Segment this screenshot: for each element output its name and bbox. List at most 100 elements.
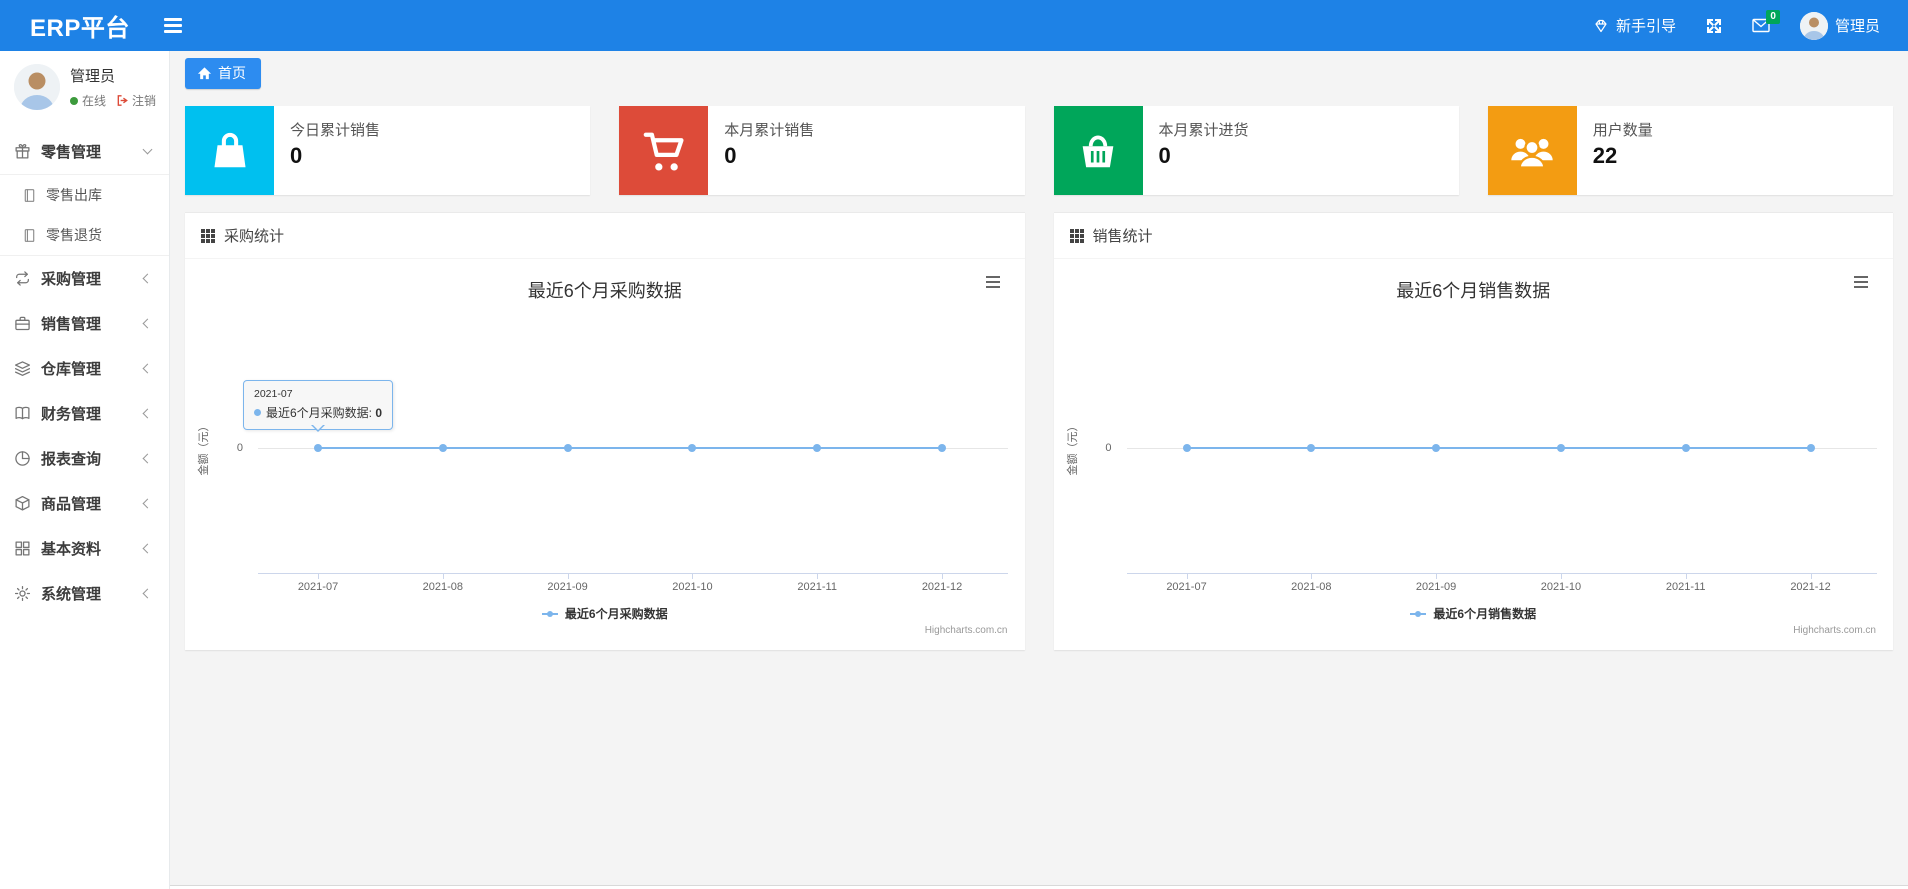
chevron-left-icon xyxy=(142,273,153,284)
gear-icon xyxy=(14,585,31,602)
footer-divider xyxy=(170,885,1908,889)
chart-export-menu-icon[interactable] xyxy=(1851,273,1871,291)
data-point xyxy=(938,444,946,452)
stat-value: 0 xyxy=(290,143,303,168)
sidebar-item-retail-outbound[interactable]: 零售出库 xyxy=(0,175,169,215)
x-axis-tick-label: 2021-12 xyxy=(1790,581,1831,593)
sales-stats-panel: 销售统计 最近6个月销售数据 金额（元） 0 2021-07 2021-08 2… xyxy=(1053,212,1894,650)
highcharts-credit[interactable]: Highcharts.com.cn xyxy=(925,625,1008,636)
x-axis-line xyxy=(1126,573,1877,574)
repeat-icon xyxy=(14,270,31,287)
top-navbar: ERP平台 新手引导 0 管理员 xyxy=(0,0,1908,51)
user-menu[interactable]: 管理员 xyxy=(1799,11,1880,40)
user-avatar xyxy=(1799,11,1828,40)
chevron-left-icon xyxy=(142,543,153,554)
sidebar-toggle-icon[interactable] xyxy=(158,12,188,39)
logout-button[interactable]: 注销 xyxy=(116,92,156,109)
cart-icon xyxy=(619,106,709,195)
stat-value: 22 xyxy=(1592,143,1618,168)
legend-item[interactable]: 最近6个月采购数据 xyxy=(185,605,1025,622)
chart-export-menu-icon[interactable] xyxy=(983,273,1003,291)
stat-label: 用户数量 xyxy=(1592,122,1653,139)
tab-home[interactable]: 首页 xyxy=(185,58,261,89)
gem-icon xyxy=(1593,18,1609,34)
messages-button[interactable]: 0 xyxy=(1752,10,1780,33)
guide-button[interactable]: 新手引导 xyxy=(1593,15,1676,36)
sidebar-avatar xyxy=(14,64,60,110)
highcharts-credit[interactable]: Highcharts.com.cn xyxy=(1793,625,1876,636)
x-axis-tick-label: 2021-09 xyxy=(547,581,588,593)
panel-grid-icon xyxy=(201,228,215,243)
data-point xyxy=(563,444,572,452)
data-point xyxy=(314,444,322,452)
piechart-icon xyxy=(14,450,31,467)
data-point xyxy=(688,444,697,452)
sidebar-item-retail-management[interactable]: 零售管理 xyxy=(0,129,169,174)
y-axis-tick: 0 xyxy=(236,442,243,454)
purchase-chart: 最近6个月采购数据 金额（元） 0 2021-07 2021-08 2021-0… xyxy=(185,259,1025,650)
sidebar-item-finance-management[interactable]: 财务管理 xyxy=(0,391,169,436)
sidebar-item-retail-return[interactable]: 零售退货 xyxy=(0,215,169,255)
doc-icon xyxy=(22,228,37,243)
charts-row: 采购统计 最近6个月采购数据 金额（元） 0 2021-07 2021-08 2… xyxy=(185,212,1893,650)
series-line xyxy=(318,447,942,449)
data-point xyxy=(1307,444,1316,452)
chevron-left-icon xyxy=(142,453,153,464)
basket-icon xyxy=(1053,106,1143,195)
stat-label: 本月累计进货 xyxy=(1158,122,1249,139)
sidebar-item-sales-management[interactable]: 销售管理 xyxy=(0,301,169,346)
x-axis-tick-label: 2021-08 xyxy=(422,581,463,593)
gift-icon xyxy=(14,143,31,160)
app-logo[interactable]: ERP平台 xyxy=(0,8,158,43)
sidebar-item-basic-data[interactable]: 基本资料 xyxy=(0,526,169,571)
logout-icon xyxy=(117,95,128,106)
data-point xyxy=(1182,444,1191,452)
legend-item[interactable]: 最近6个月销售数据 xyxy=(1054,605,1894,622)
stat-card-month-purchase: 本月累计进货 0 xyxy=(1053,106,1459,195)
chevron-left-icon xyxy=(142,588,153,599)
book-icon xyxy=(14,405,31,422)
briefcase-icon xyxy=(14,315,31,332)
sidebar-user-panel: 管理员 在线 注销 xyxy=(0,51,169,125)
stat-card-today-sales: 今日累计销售 0 xyxy=(185,106,591,195)
x-axis-tick-label: 2021-07 xyxy=(297,581,339,593)
sidebar-item-warehouse-management[interactable]: 仓库管理 xyxy=(0,346,169,391)
chart-title: 最近6个月销售数据 xyxy=(1396,281,1551,301)
stat-label: 今日累计销售 xyxy=(290,122,381,139)
data-point xyxy=(1432,444,1441,452)
y-axis-label: 金额（元） xyxy=(198,420,210,476)
x-axis-tick-label: 2021-12 xyxy=(921,581,963,593)
fullscreen-icon xyxy=(1706,18,1722,34)
legend-marker-icon xyxy=(541,610,558,617)
fullscreen-button[interactable] xyxy=(1706,18,1722,34)
x-axis-tick-label: 2021-11 xyxy=(1665,581,1706,593)
data-point xyxy=(1556,444,1565,452)
message-count-badge: 0 xyxy=(1766,10,1780,24)
sidebar-item-purchase-management[interactable]: 采购管理 xyxy=(0,256,169,301)
sidebar-item-goods-management[interactable]: 商品管理 xyxy=(0,481,169,526)
x-axis-tick-label: 2021-10 xyxy=(672,581,713,593)
online-status-icon xyxy=(70,96,78,105)
home-icon xyxy=(197,66,212,81)
sidebar-item-system-management[interactable]: 系统管理 xyxy=(0,571,169,616)
x-axis-tick-label: 2021-11 xyxy=(797,581,837,593)
sidebar: 管理员 在线 注销 零售管理 零售出库 零售退货 采购管理 销售管理 仓库管理 xyxy=(0,51,170,889)
sales-chart: 最近6个月销售数据 金额（元） 0 2021-07 2021-08 2021-0… xyxy=(1054,259,1894,650)
chevron-left-icon xyxy=(142,363,153,374)
chevron-left-icon xyxy=(142,318,153,329)
chart-title: 最近6个月采购数据 xyxy=(527,281,682,301)
sidebar-username: 管理员 xyxy=(70,68,116,85)
guide-label: 新手引导 xyxy=(1615,18,1676,35)
submenu-retail-management: 零售出库 零售退货 xyxy=(0,174,169,256)
data-point xyxy=(438,444,447,452)
box-icon xyxy=(14,495,31,512)
stat-label: 本月累计销售 xyxy=(724,122,815,139)
x-axis-tick-label: 2021-08 xyxy=(1291,581,1332,593)
tooltip-series-dot xyxy=(254,409,261,416)
sidebar-item-report-query[interactable]: 报表查询 xyxy=(0,436,169,481)
username-label: 管理员 xyxy=(1834,18,1880,35)
chevron-down-icon xyxy=(142,144,153,155)
purchase-stats-panel: 采购统计 最近6个月采购数据 金额（元） 0 2021-07 2021-08 2… xyxy=(185,212,1025,650)
grid-icon xyxy=(14,540,31,557)
online-status-label: 在线 xyxy=(82,94,107,108)
